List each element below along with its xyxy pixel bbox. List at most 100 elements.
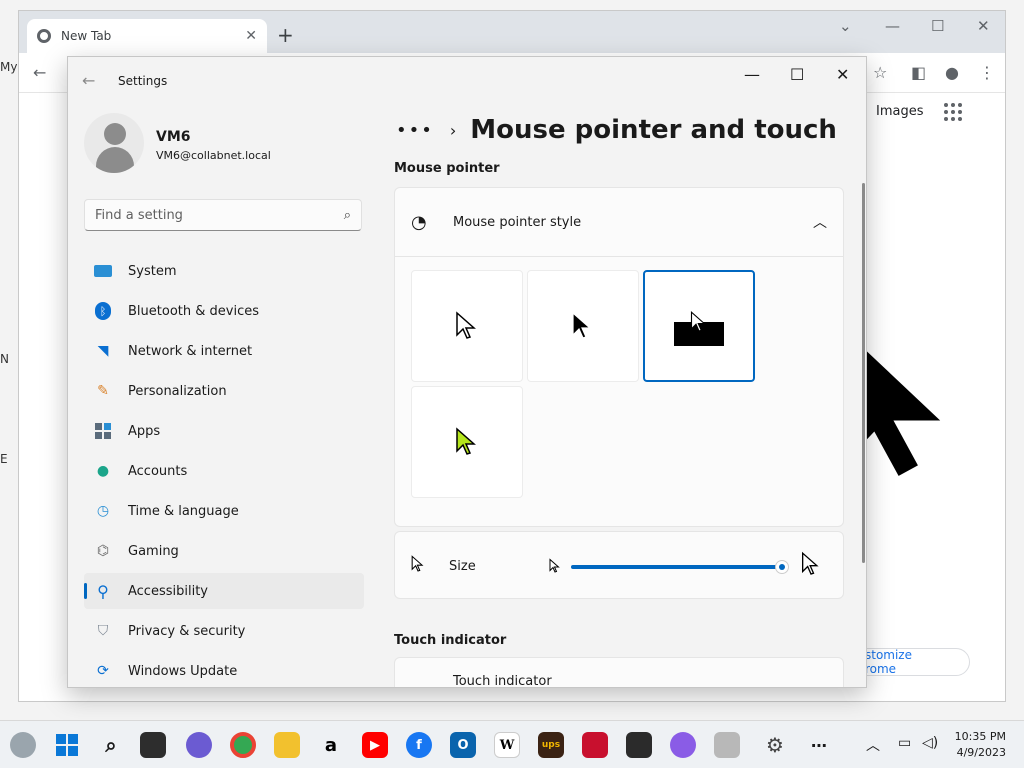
app-icon[interactable] [714, 732, 740, 758]
new-tab-icon[interactable]: + [277, 23, 294, 47]
nav-item-label: Network & internet [128, 343, 253, 359]
desktop-icon-label: N [0, 352, 9, 366]
nav-item-privacy[interactable]: ⛉ Privacy & security [84, 613, 364, 649]
nav-item-bluetooth[interactable]: ᛒ Bluetooth & devices [84, 293, 364, 329]
system-icon [94, 262, 112, 280]
store-icon[interactable] [626, 732, 652, 758]
nav-item-accessibility[interactable]: ⚲ Accessibility [84, 573, 364, 609]
accounts-icon: ● [96, 463, 110, 479]
pointer-size-label: Size [449, 558, 476, 574]
taskbar: ⌕ a ▶ f O W ups ⚙ ⋯ ︿ ▭ ◁) 10:35 PM 4/9/… [0, 720, 1024, 768]
images-link[interactable]: Images [876, 104, 924, 119]
nav-item-label: Gaming [128, 543, 179, 559]
pointer-size-slider-track[interactable] [571, 565, 785, 569]
outlook-icon[interactable]: O [450, 732, 476, 758]
black-pointer-icon [572, 311, 592, 339]
facebook-icon[interactable]: f [406, 732, 432, 758]
nav-item-windows-update[interactable]: ⟳ Windows Update [84, 653, 364, 687]
pointer-style-custom[interactable] [411, 386, 523, 498]
youtube-icon[interactable]: ▶ [362, 732, 388, 758]
menu-icon[interactable]: ⋮ [979, 63, 995, 82]
back-arrow-icon[interactable]: ← [82, 71, 95, 90]
touch-indicator-label: Touch indicator [453, 674, 552, 688]
amazon-icon[interactable]: a [318, 732, 344, 758]
custom-color-pointer-icon [456, 427, 476, 455]
breadcrumb-overflow[interactable]: ••• [396, 120, 434, 141]
pointer-size-card: Size [394, 531, 844, 599]
nav-item-personalization[interactable]: ✎ Personalization [84, 373, 364, 409]
accessibility-icon: ⚲ [97, 581, 109, 601]
bank-icon[interactable] [582, 732, 608, 758]
clock-time: 10:35 PM [954, 730, 1006, 743]
search-icon[interactable]: ⌕ [344, 208, 351, 223]
google-apps-icon[interactable] [944, 103, 962, 121]
copilot-icon[interactable] [670, 732, 696, 758]
maximize-icon[interactable]: ☐ [790, 65, 804, 84]
pointer-size-icon [411, 555, 431, 577]
update-icon: ⟳ [97, 663, 109, 679]
mouse-pointer-style-card: ◔ Mouse pointer style ︿ [394, 187, 844, 527]
search-icon[interactable]: ⌕ [98, 732, 124, 758]
settings-scrollbar[interactable] [862, 183, 865, 563]
brush-icon: ✎ [97, 383, 109, 399]
page-title: Mouse pointer and touch [470, 115, 837, 145]
nav-item-label: Accessibility [128, 583, 208, 599]
back-icon[interactable]: ← [33, 63, 46, 82]
inverted-pointer-icon [674, 310, 724, 346]
nav-item-label: Apps [128, 423, 161, 439]
settings-nav: System ᛒ Bluetooth & devices ◥ Network &… [84, 253, 364, 687]
minimize-icon[interactable]: — [885, 17, 900, 35]
chrome-tab[interactable]: New Tab ✕ [27, 19, 267, 53]
chat-icon[interactable] [186, 732, 212, 758]
system-clock[interactable]: 10:35 PM 4/9/2023 [950, 729, 1006, 761]
nav-item-label: Bluetooth & devices [128, 303, 259, 319]
close-icon[interactable]: ✕ [977, 17, 990, 35]
chevron-up-icon[interactable]: ︿ [866, 735, 880, 755]
clock-date: 4/9/2023 [956, 746, 1006, 759]
settings-gear-icon[interactable]: ⚙ [762, 732, 788, 758]
touch-indicator-card[interactable]: Touch indicator [394, 657, 844, 688]
breadcrumb: ••• › Mouse pointer and touch [396, 115, 837, 145]
nav-item-network[interactable]: ◥ Network & internet [84, 333, 364, 369]
wikipedia-icon[interactable]: W [494, 732, 520, 758]
chrome-tab-title: New Tab [61, 29, 112, 43]
search-input[interactable] [95, 207, 344, 223]
section-label-touch-indicator: Touch indicator [394, 633, 507, 648]
pointer-style-white[interactable] [411, 270, 523, 382]
nav-item-label: System [128, 263, 177, 279]
task-view-icon[interactable] [140, 732, 166, 758]
profile-icon[interactable]: ● [945, 63, 959, 82]
nav-item-label: Accounts [128, 463, 188, 479]
pointer-size-slider-thumb[interactable] [775, 560, 789, 574]
close-icon[interactable]: ✕ [836, 65, 849, 84]
network-icon[interactable]: ▭ [898, 735, 911, 751]
more-apps-icon[interactable]: ⋯ [806, 732, 832, 758]
bookmark-star-icon[interactable]: ☆ [873, 63, 887, 82]
side-panel-icon[interactable]: ◧ [911, 63, 926, 82]
close-tab-icon[interactable]: ✕ [245, 28, 257, 44]
volume-icon[interactable]: ◁) [922, 735, 938, 751]
file-explorer-icon[interactable] [274, 732, 300, 758]
weather-icon[interactable] [10, 732, 36, 758]
start-button[interactable] [54, 732, 80, 758]
nav-item-accounts[interactable]: ● Accounts [84, 453, 364, 489]
chevron-up-icon[interactable]: ︿ [813, 212, 827, 232]
nav-item-time-language[interactable]: ◷ Time & language [84, 493, 364, 529]
nav-item-gaming[interactable]: ⌬ Gaming [84, 533, 364, 569]
palette-icon: ◔ [411, 211, 427, 233]
mouse-pointer-style-header[interactable]: ◔ Mouse pointer style ︿ [395, 188, 843, 256]
nav-item-label: Time & language [128, 503, 239, 519]
pointer-style-black[interactable] [527, 270, 639, 382]
avatar [84, 113, 144, 173]
nav-item-system[interactable]: System [84, 253, 364, 289]
pointer-style-inverted[interactable] [643, 270, 755, 382]
bluetooth-icon: ᛒ [94, 302, 112, 320]
tab-search-icon[interactable]: ⌄ [839, 17, 852, 35]
minimize-icon[interactable]: — [744, 65, 760, 84]
chrome-favicon-icon [37, 29, 51, 43]
nav-item-label: Privacy & security [128, 623, 246, 639]
ups-icon[interactable]: ups [538, 732, 564, 758]
chrome-icon[interactable] [230, 732, 256, 758]
nav-item-apps[interactable]: Apps [84, 413, 364, 449]
maximize-icon[interactable]: ☐ [931, 17, 944, 35]
